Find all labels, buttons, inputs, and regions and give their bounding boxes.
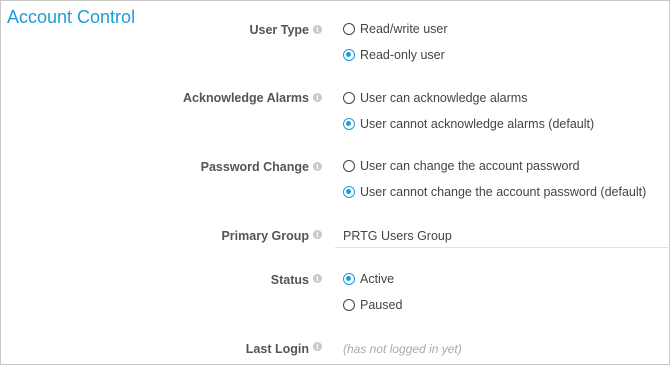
radio-label: Active [360, 272, 395, 286]
radio-button[interactable] [343, 23, 355, 35]
password-option-cannot[interactable]: User cannot change the account password … [343, 183, 646, 201]
password-change-label: Password Change [200, 160, 309, 174]
primary-group-value[interactable]: PRTG Users Group [343, 229, 452, 243]
acknowledge-option-cannot[interactable]: User cannot acknowledge alarms (default) [343, 115, 594, 133]
info-icon[interactable]: i [313, 162, 322, 171]
password-option-can[interactable]: User can change the account password [343, 157, 580, 175]
radio-label: User cannot acknowledge alarms (default) [360, 117, 595, 131]
primary-group-label: Primary Group [221, 229, 309, 243]
last-login-value: (has not logged in yet) [343, 342, 462, 356]
radio-label: User cannot change the account password … [360, 185, 647, 199]
account-control-panel: Account Control User Type i Read/write u… [0, 0, 670, 365]
info-icon[interactable]: i [313, 274, 322, 283]
radio-button[interactable] [343, 92, 355, 104]
radio-label: Read/write user [360, 22, 448, 36]
user-type-label: User Type [249, 23, 309, 37]
radio-button[interactable] [343, 160, 355, 172]
radio-button[interactable] [343, 299, 355, 311]
status-option-active[interactable]: Active [343, 270, 394, 288]
user-type-option-readonly[interactable]: Read-only user [343, 46, 445, 64]
last-login-label: Last Login [245, 342, 309, 356]
radio-label: Read-only user [360, 48, 445, 62]
acknowledge-alarms-label: Acknowledge Alarms [183, 91, 309, 105]
radio-button-checked[interactable] [343, 186, 355, 198]
radio-button-checked[interactable] [343, 273, 355, 285]
info-icon[interactable]: i [313, 342, 322, 351]
user-type-option-readwrite[interactable]: Read/write user [343, 20, 448, 38]
radio-label: Paused [360, 298, 403, 312]
radio-label: User can acknowledge alarms [360, 91, 528, 105]
radio-label: User can change the account password [360, 159, 580, 173]
info-icon[interactable]: i [313, 93, 322, 102]
status-label: Status [270, 273, 309, 287]
info-icon[interactable]: i [313, 25, 322, 34]
status-option-paused[interactable]: Paused [343, 296, 402, 314]
primary-group-divider [335, 247, 670, 248]
radio-button-checked[interactable] [343, 49, 355, 61]
acknowledge-option-can[interactable]: User can acknowledge alarms [343, 89, 527, 107]
radio-button-checked[interactable] [343, 118, 355, 130]
info-icon[interactable]: i [313, 230, 322, 239]
